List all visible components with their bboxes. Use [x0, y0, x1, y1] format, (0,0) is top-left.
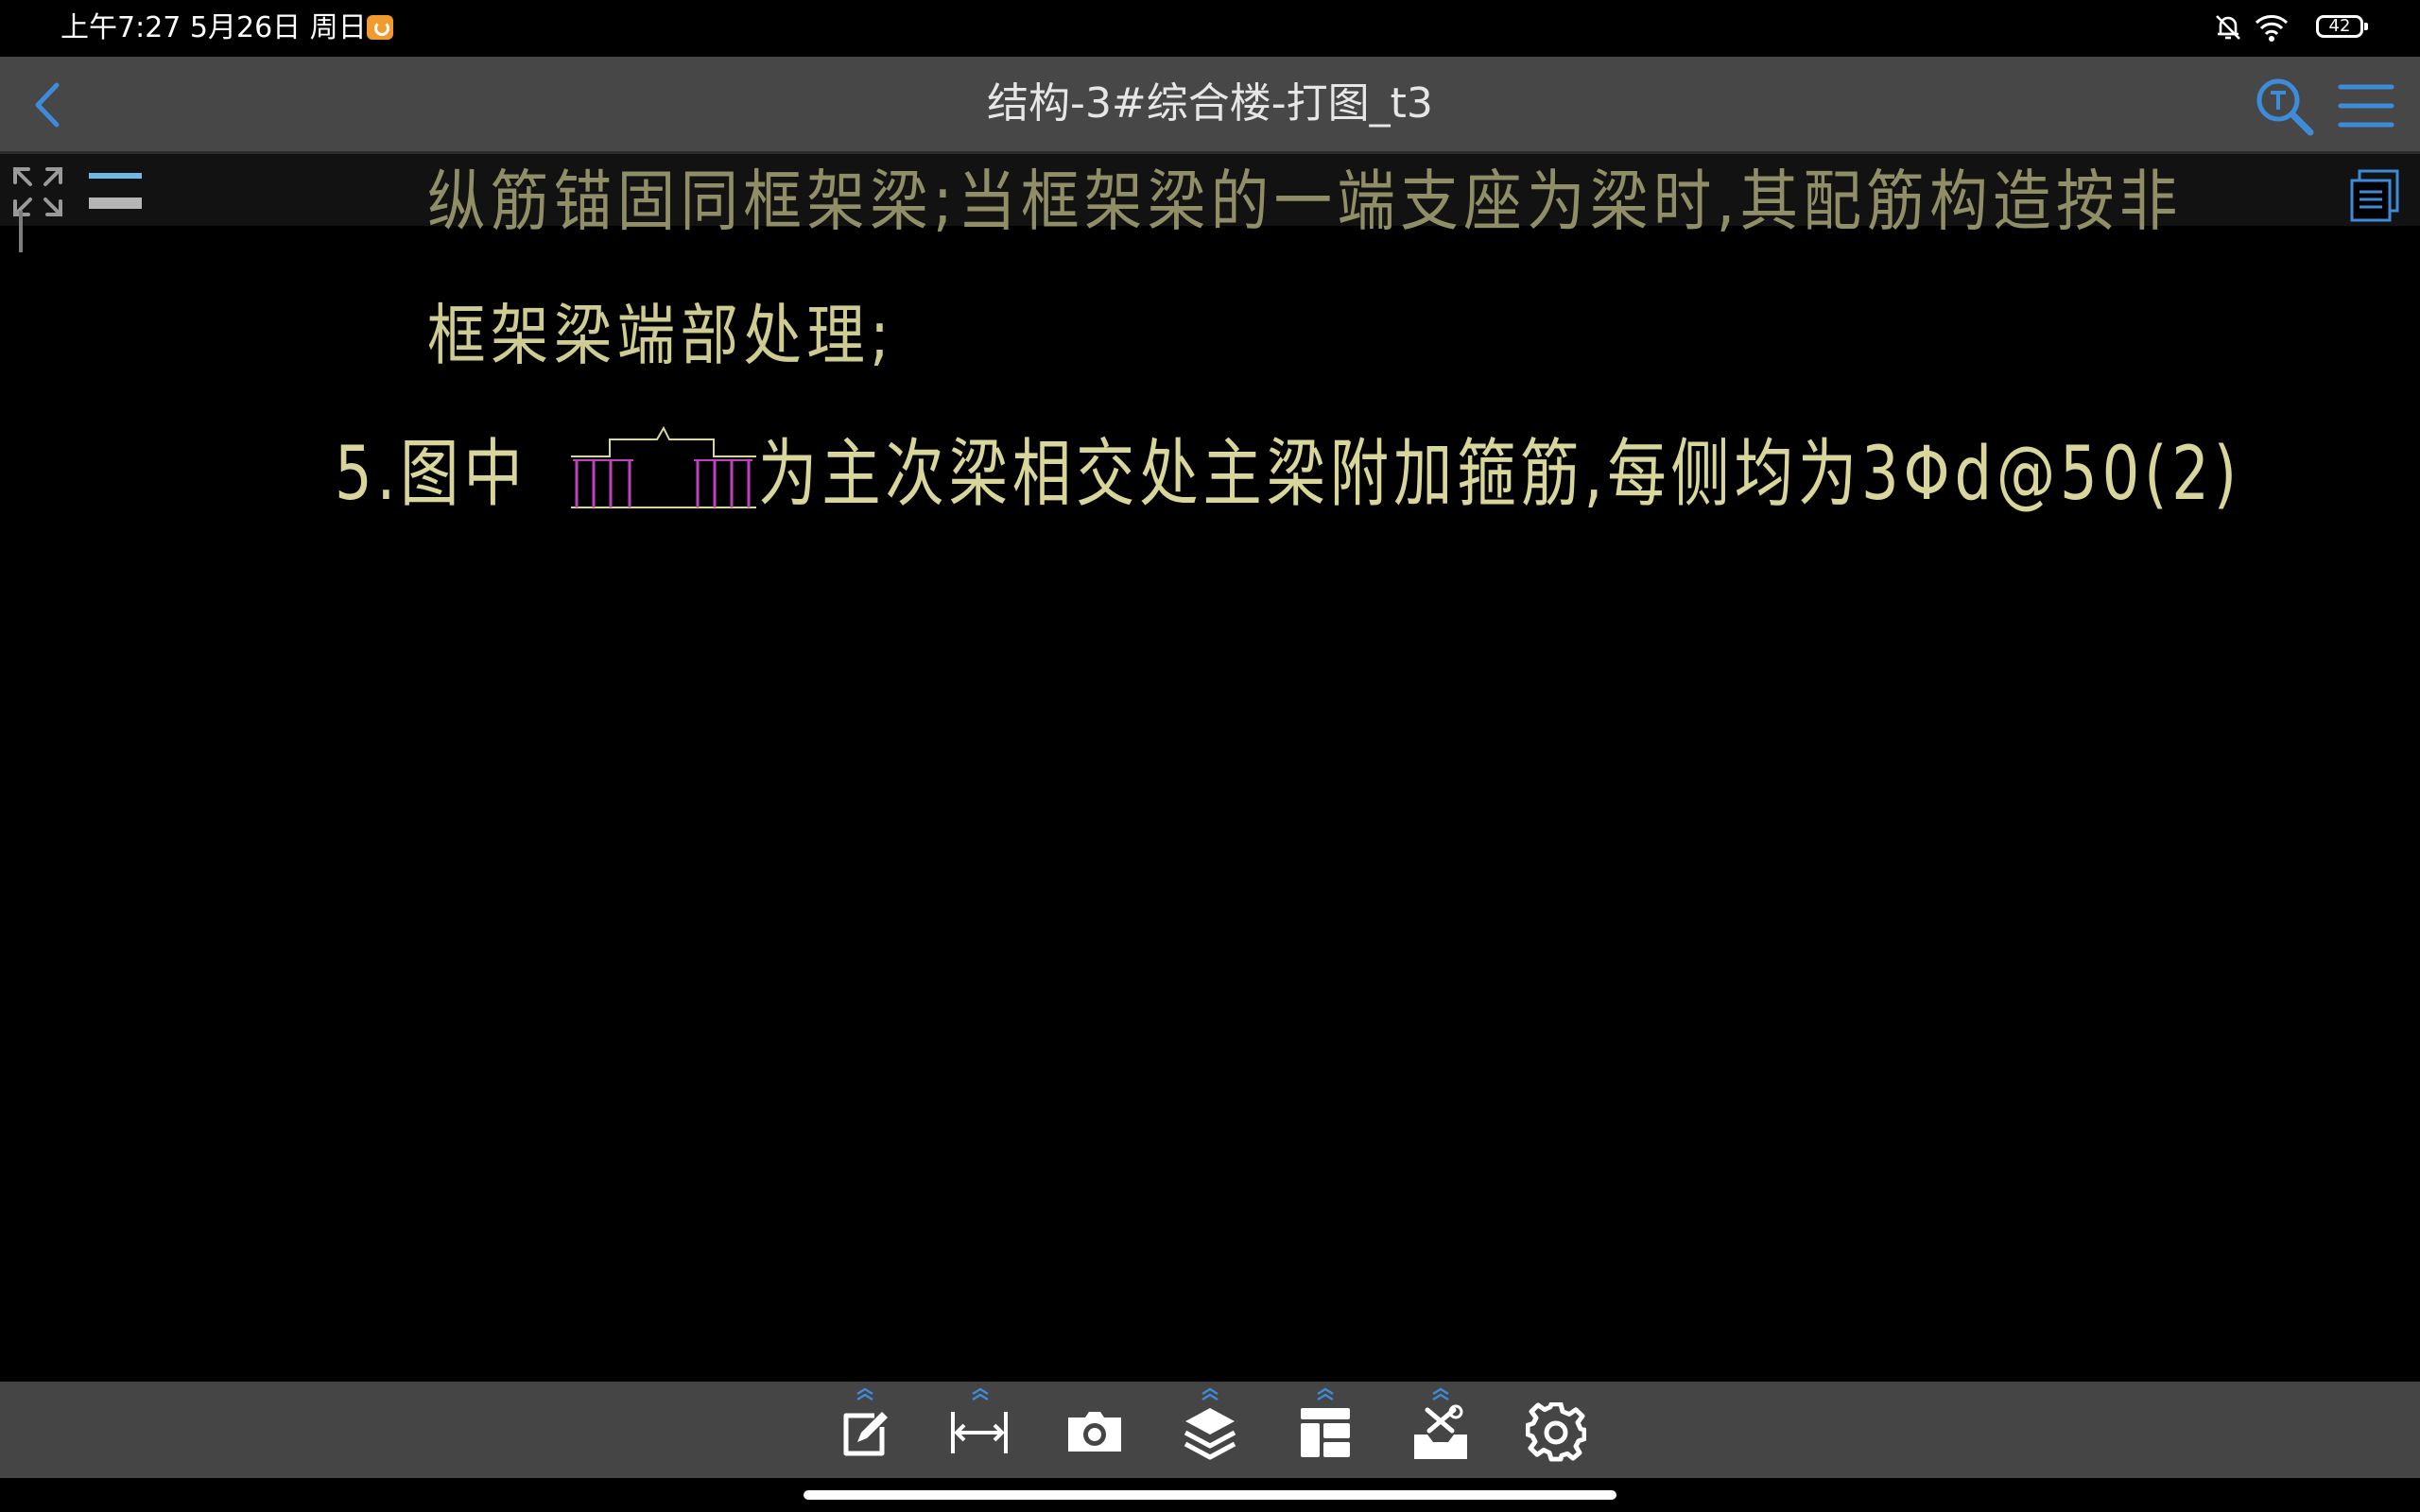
layers-expand-caret-icon[interactable] — [1199, 1387, 1221, 1400]
drawing-title: 结构-3#综合楼-打图_t3 — [987, 79, 1433, 128]
drawing-text-line-3-prefix: 5.图中 — [335, 432, 527, 517]
camera-icon[interactable] — [1064, 1402, 1125, 1463]
drawing-canvas[interactable]: 纵筋锚固同框架梁;当框架梁的一端支座为梁时,其配筋构造按非 框架梁端部处理; 5… — [0, 154, 2420, 1383]
status-bar: 上午7:27 5月26日 周日 42 — [0, 0, 2420, 57]
layout-bars-icon[interactable] — [87, 171, 144, 216]
battery-icon: 42 — [2316, 15, 2368, 38]
pages-icon[interactable] — [2346, 167, 2403, 224]
settings-icon[interactable] — [1525, 1401, 1587, 1463]
layout-icon[interactable] — [1295, 1402, 1356, 1463]
status-time-date: 上午7:27 5月26日 周日 — [60, 11, 367, 44]
home-indicator[interactable] — [804, 1490, 1616, 1500]
text-search-icon[interactable] — [2254, 76, 2316, 138]
drawing-text-line-3: 为主次梁相交处主梁附加箍筋,每侧均为3Φd@50(2) — [758, 432, 2241, 517]
drawing-text-line-2: 框架梁端部处理; — [427, 297, 895, 374]
menu-icon[interactable] — [2335, 79, 2397, 132]
tools-expand-caret-icon[interactable] — [1429, 1387, 1452, 1400]
status-icons: 42 — [2212, 11, 2368, 47]
battery-level: 42 — [2328, 16, 2351, 36]
scroll-indicator — [19, 211, 23, 252]
measure-icon[interactable] — [949, 1402, 1010, 1463]
annotate-icon[interactable] — [835, 1402, 895, 1463]
layers-icon[interactable] — [1180, 1402, 1240, 1463]
measure-expand-caret-icon[interactable] — [969, 1387, 992, 1400]
annotate-expand-caret-icon[interactable] — [854, 1387, 876, 1400]
beam-stirrup-symbol — [567, 421, 761, 515]
tools-icon[interactable] — [1410, 1402, 1471, 1463]
layout-expand-caret-icon[interactable] — [1314, 1387, 1337, 1400]
wifi-icon — [2254, 11, 2290, 47]
top-nav-bar: 结构-3#综合楼-打图_t3 — [0, 57, 2420, 151]
bottom-toolbar — [0, 1382, 2420, 1478]
mute-icon — [2212, 11, 2244, 47]
app-notification-icon — [367, 15, 393, 40]
drawing-text-line-1: 纵筋锚固同框架梁;当框架梁的一端支座为梁时,其配筋构造按非 — [427, 163, 2183, 240]
